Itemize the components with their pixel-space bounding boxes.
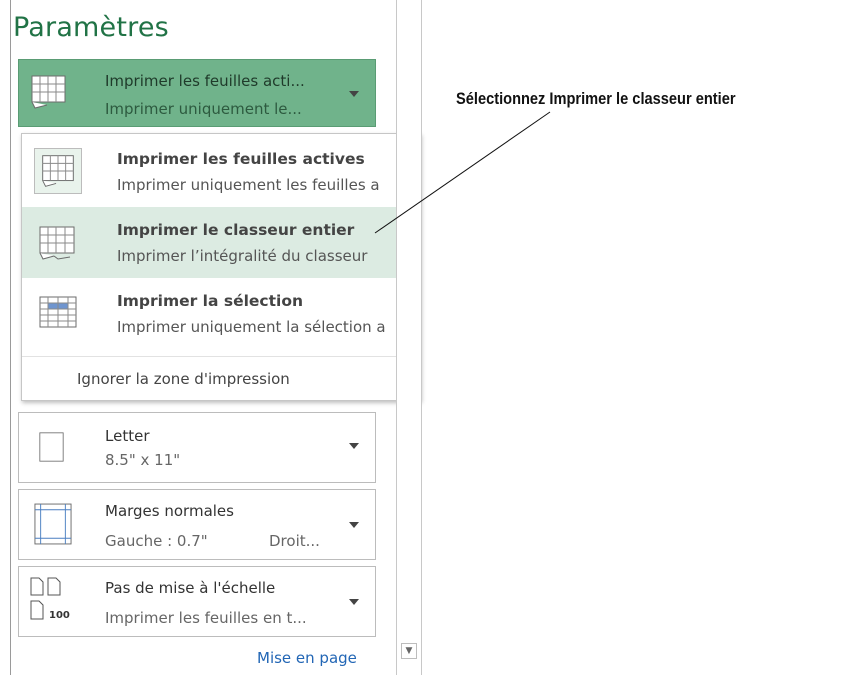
- callout-leader-line: [374, 111, 551, 234]
